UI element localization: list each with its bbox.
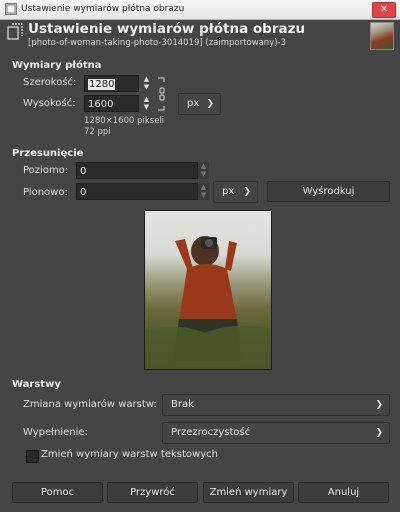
offset-x-label: Poziomo: [23, 165, 69, 176]
close-button[interactable]: ✕ [372, 2, 396, 18]
width-input[interactable]: 1280 [84, 75, 139, 92]
layers-heading: Warstwy [12, 379, 61, 390]
center-button[interactable]: Wyśrodkuj [267, 181, 390, 202]
chevron-down-icon: ❯ [243, 187, 251, 197]
resolution-info: 72 ppi [84, 127, 111, 137]
offset-heading: Przesunięcie [12, 148, 84, 159]
height-spinner[interactable]: ▲ ▼ [141, 95, 152, 112]
window-titlebar: Ustawienie wymiarów płótna obrazu ✕ [0, 0, 400, 20]
canvas-unit-select[interactable]: px ❯ [178, 93, 221, 115]
chain-link-icon[interactable] [156, 75, 168, 113]
resize-text-layers-checkbox[interactable] [26, 450, 39, 463]
canvas-preview[interactable] [144, 210, 272, 370]
fill-value: Przezroczystość [171, 427, 251, 438]
offset-unit-select[interactable]: px ❯ [213, 181, 258, 203]
offset-y-spinner[interactable]: ▲ ▼ [198, 183, 209, 200]
resize-layers-value: Brak [171, 399, 194, 410]
chevron-down-icon: ❯ [375, 428, 383, 438]
image-thumbnail [370, 22, 394, 50]
offset-y-input[interactable]: 0 [76, 183, 198, 200]
offset-y-label: Pionowo: [23, 187, 68, 198]
resize-layers-select[interactable]: Brak ❯ [162, 394, 390, 416]
canvas-size-icon [7, 23, 23, 40]
height-input[interactable]: 1600 [84, 95, 139, 112]
fill-label: Wypełnienie: [23, 427, 88, 438]
chevron-down-icon: ❯ [375, 400, 383, 410]
offset-x-spinner[interactable]: ▲ ▼ [198, 162, 209, 179]
canvas-unit-value: px [187, 98, 200, 109]
canvas-size-heading: Wymiary płótna [12, 60, 102, 71]
resize-layers-label: Zmiana wymiarów warstw: [23, 399, 157, 410]
cancel-button[interactable]: Anuluj [298, 482, 389, 503]
offset-unit-value: px [222, 186, 235, 197]
chevron-down-icon: ❯ [206, 99, 214, 109]
window-title: Ustawienie wymiarów płótna obrazu [21, 4, 185, 14]
width-label: Szerokość: [23, 77, 77, 88]
offset-x-input[interactable]: 0 [76, 162, 198, 179]
fill-select[interactable]: Przezroczystość ❯ [162, 422, 390, 444]
gimp-app-icon [5, 3, 17, 15]
height-label: Wysokość: [23, 98, 76, 109]
size-info: 1280×1600 pikseli [84, 116, 165, 126]
reset-button[interactable]: Przywróć [107, 482, 198, 503]
width-spinner[interactable]: ▲ ▼ [141, 75, 152, 92]
help-button[interactable]: Pomoc [12, 482, 103, 503]
image-name: [photo-of-woman-taking-photo-3014019] (z… [28, 38, 287, 48]
resize-text-layers-label[interactable]: Zmień wymiary warstw tekstowych [41, 449, 218, 460]
preview-photo [145, 236, 271, 369]
resize-button[interactable]: Zmień wymiary [203, 482, 294, 503]
dialog-title: Ustawienie wymiarów płótna obrazu [28, 21, 306, 37]
width-value: 1280 [88, 79, 116, 90]
